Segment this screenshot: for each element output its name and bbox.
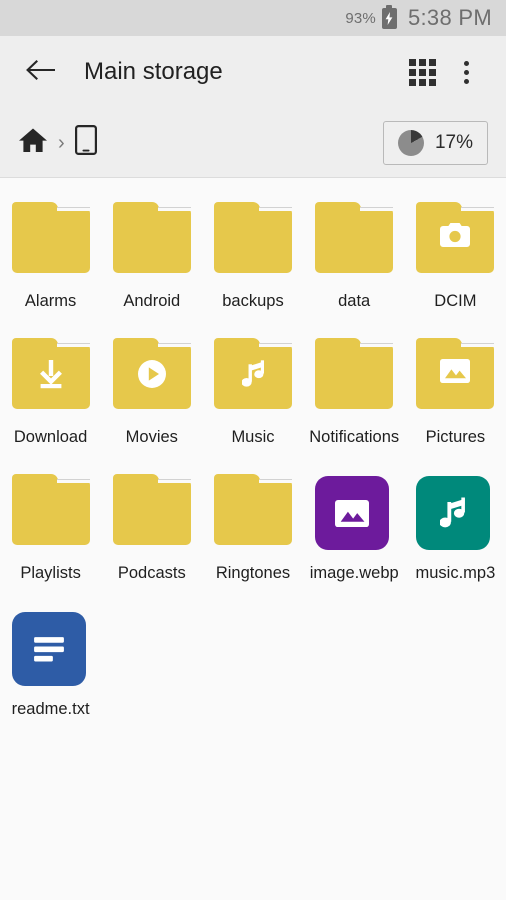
file-label: Podcasts (117, 564, 186, 583)
file-item[interactable]: music.mp3 (405, 466, 506, 590)
grid-view-icon (408, 58, 436, 86)
folder-item[interactable]: Podcasts (101, 466, 202, 590)
play-circle-icon (113, 359, 191, 389)
folder-icon (416, 202, 495, 280)
file-label: music.mp3 (415, 564, 496, 583)
folder-item[interactable]: Pictures (405, 330, 506, 454)
battery-charging-icon (381, 7, 397, 29)
folder-item[interactable]: Notifications (304, 330, 405, 454)
pie-chart-icon (397, 129, 424, 156)
folder-icon (315, 202, 394, 280)
file-grid: Alarms Android backups data DCIM Downloa… (0, 178, 506, 726)
download-icon (12, 359, 90, 389)
folder-icon (11, 202, 90, 280)
camera-icon (416, 223, 494, 247)
image-icon (416, 359, 494, 384)
breadcrumb-item-home[interactable] (18, 126, 48, 159)
breadcrumb-separator: › (58, 131, 65, 154)
folder-icon (213, 338, 292, 416)
battery-percent-label: 93% (345, 9, 376, 27)
home-icon (18, 126, 48, 159)
file-label: data (338, 292, 371, 310)
file-item[interactable]: readme.txt (0, 602, 101, 726)
overflow-menu-button[interactable] (444, 50, 488, 94)
file-icon (11, 610, 90, 688)
text-lines-icon (11, 612, 86, 687)
file-label: Music (231, 428, 275, 447)
file-label: DCIM (434, 292, 477, 310)
file-icon (315, 474, 393, 552)
file-label: backups (222, 292, 284, 310)
file-label: Pictures (425, 428, 486, 447)
image-icon (315, 476, 390, 551)
folder-item[interactable]: Alarms (0, 194, 101, 318)
storage-usage-percent: 17% (434, 131, 473, 153)
folder-item[interactable]: backups (202, 194, 303, 318)
storage-usage-badge[interactable]: 17% (382, 120, 488, 165)
folder-item[interactable]: data (304, 194, 405, 318)
phone-icon (74, 125, 97, 160)
file-label: Notifications (309, 428, 400, 447)
music-note-icon (416, 476, 491, 551)
folder-icon (112, 338, 191, 416)
status-bar: 93% 5:38 PM (0, 0, 506, 36)
file-label: Movies (125, 428, 178, 447)
folder-item[interactable]: Ringtones (202, 466, 303, 590)
file-label: Playlists (20, 564, 81, 583)
back-button[interactable] (18, 50, 62, 94)
folder-item[interactable]: Download (0, 330, 101, 454)
file-label: Download (13, 428, 88, 447)
folder-item[interactable]: DCIM (405, 194, 506, 318)
folder-icon (213, 474, 292, 552)
folder-icon (11, 338, 90, 416)
grid-view-button[interactable] (400, 50, 444, 94)
page-title: Main storage (84, 58, 223, 85)
file-icon (416, 474, 494, 552)
folder-icon (416, 338, 495, 416)
breadcrumb: › 17% (0, 108, 506, 178)
status-clock: 5:38 PM (407, 5, 492, 30)
music-note-icon (214, 359, 292, 389)
file-label: Android (123, 292, 181, 310)
folder-icon (315, 338, 394, 416)
file-label: Alarms (24, 292, 77, 310)
folder-icon (11, 474, 90, 552)
file-item[interactable]: image.webp (304, 466, 405, 590)
folder-item[interactable]: Music (202, 330, 303, 454)
folder-icon (112, 202, 191, 280)
folder-item[interactable]: Android (101, 194, 202, 318)
overflow-menu-icon (463, 60, 469, 84)
file-label: readme.txt (11, 700, 90, 719)
file-label: Ringtones (215, 564, 291, 583)
folder-item[interactable]: Movies (101, 330, 202, 454)
folder-icon (213, 202, 292, 280)
app-bar: Main storage (0, 36, 506, 108)
folder-item[interactable]: Playlists (0, 466, 101, 590)
breadcrumb-item-device[interactable] (74, 125, 97, 160)
file-label: image.webp (309, 564, 399, 583)
folder-icon (112, 474, 191, 552)
arrow-back-icon (25, 58, 56, 87)
